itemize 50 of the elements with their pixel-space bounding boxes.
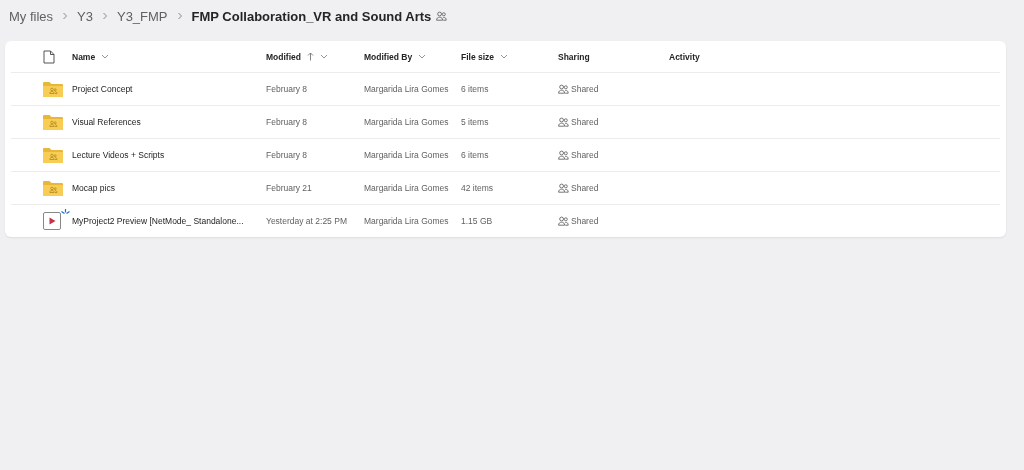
modified-by-name: Margarida Lira Gomes: [364, 117, 449, 127]
file-size: 6 items: [461, 84, 489, 94]
breadcrumb-link[interactable]: Y3_FMP: [116, 8, 168, 24]
chevron-down-icon: [101, 54, 110, 59]
file-name-link[interactable]: Visual References: [72, 117, 141, 127]
chevron-down-icon: [500, 54, 509, 59]
column-header[interactable]: Modified By: [364, 51, 427, 62]
modified-date: February 8: [266, 84, 308, 94]
people-icon: [558, 216, 569, 226]
file-name-link[interactable]: Mocap pics: [72, 183, 115, 193]
chevron-right-icon: [101, 12, 108, 20]
sharing-status: Shared: [571, 150, 599, 160]
chevron-right-icon: [62, 12, 69, 20]
file-name-link[interactable]: Project Concept: [72, 84, 133, 94]
modified-by-name: Margarida Lira Gomes: [364, 150, 449, 160]
file-size: 6 items: [461, 150, 489, 160]
column-header[interactable]: Sharing: [558, 51, 590, 62]
file-size: 1.15 GB: [461, 216, 493, 226]
breadcrumb-link[interactable]: Y3: [77, 8, 93, 24]
column-header[interactable]: File size: [461, 51, 509, 62]
file-size: 5 items: [461, 117, 489, 127]
column-header[interactable]: Activity: [669, 51, 700, 62]
breadcrumb-link[interactable]: My files: [9, 8, 54, 24]
file-type-icon: [43, 49, 55, 64]
modified-by-name: Margarida Lira Gomes: [364, 216, 449, 226]
column-header[interactable]: Modified: [266, 51, 328, 62]
file-name-link[interactable]: MyProject2 Preview [NetMode_ Standalone...: [72, 216, 244, 226]
file-size: 42 items: [461, 183, 494, 193]
modified-by-name: Margarida Lira Gomes: [364, 84, 449, 94]
people-icon: [558, 117, 569, 127]
modified-date: February 8: [266, 117, 308, 127]
chevron-down-icon: [418, 54, 427, 59]
sharing-status: Shared: [571, 117, 599, 127]
breadcrumb-link[interactable]: FMP Collaboration_VR and Sound Arts: [191, 8, 448, 24]
people-icon: [558, 84, 569, 94]
sharing-status: Shared: [571, 216, 599, 226]
chevron-right-icon: [176, 12, 183, 20]
people-icon: [558, 183, 569, 193]
people-icon: [436, 11, 448, 21]
file-name-link[interactable]: Lecture Videos + Scripts: [72, 150, 165, 160]
sharing-status: Shared: [571, 84, 599, 94]
sharing-status: Shared: [571, 183, 599, 193]
people-icon: [558, 150, 569, 160]
column-header[interactable]: Name: [72, 51, 110, 62]
chevron-down-icon: [319, 54, 328, 59]
modified-date: Yesterday at 2:25 PM: [266, 216, 347, 226]
sort-up-arrow-icon: [306, 52, 314, 61]
modified-date: February 8: [266, 150, 308, 160]
modified-by-name: Margarida Lira Gomes: [364, 183, 449, 193]
modified-date: February 21: [266, 183, 312, 193]
